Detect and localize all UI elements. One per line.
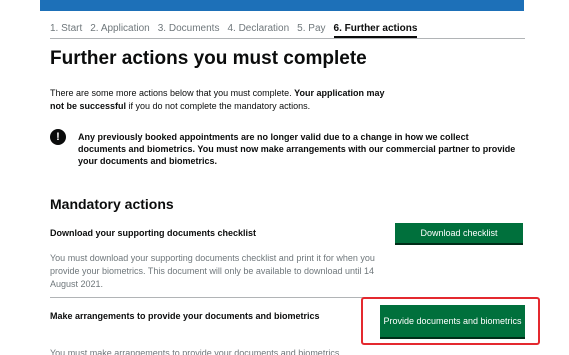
step-documents: 3. Documents <box>157 23 220 34</box>
download-checklist-button[interactable]: Download checklist <box>395 223 523 243</box>
checklist-action-title: Download your supporting documents check… <box>50 228 257 238</box>
biometrics-action-title: Make arrangements to provide your docume… <box>50 311 320 321</box>
checklist-action-description: You must download your supporting docume… <box>50 253 375 289</box>
biometrics-action-description: You must make arrangements to provide yo… <box>50 348 340 355</box>
step-pay: 5. Pay <box>297 23 326 34</box>
step-declaration: 4. Declaration <box>227 23 290 34</box>
warning-icon: ! <box>50 129 66 145</box>
header-bar <box>40 0 524 11</box>
step-further-actions: 6. Further actions <box>333 22 418 38</box>
intro-rest: if you do not complete the mandatory act… <box>126 101 311 111</box>
page: 1. Start 2. Application 3. Documents 4. … <box>0 0 569 355</box>
steps-divider <box>50 38 525 39</box>
step-start: 1. Start <box>50 23 83 34</box>
step-application: 2. Application <box>90 23 150 34</box>
page-title: Further actions you must complete <box>50 48 367 69</box>
intro-text: There are some more actions below that y… <box>50 88 295 98</box>
warning-text: Any previously booked appointments are n… <box>78 132 516 166</box>
provide-documents-biometrics-button[interactable]: Provide documents and biometrics <box>380 305 525 337</box>
progress-steps: 1. Start 2. Application 3. Documents 4. … <box>50 22 425 38</box>
action-divider <box>50 297 525 298</box>
mandatory-actions-heading: Mandatory actions <box>50 196 174 212</box>
intro-paragraph: There are some more actions below that y… <box>50 87 390 113</box>
